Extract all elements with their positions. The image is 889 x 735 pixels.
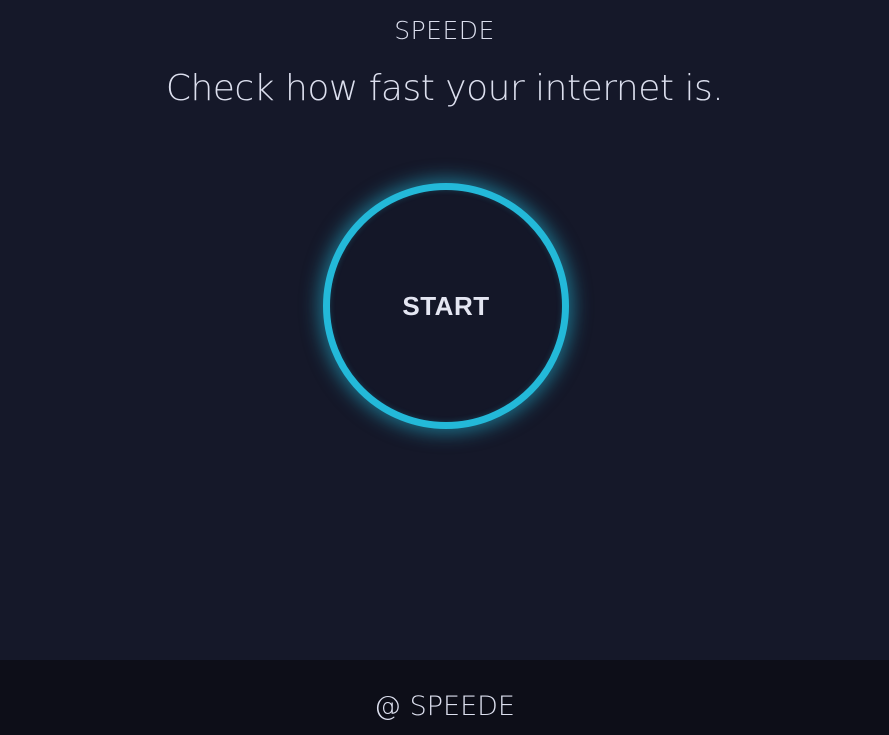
brand-title: SPEEDE xyxy=(394,16,495,45)
footer: @ SPEEDE xyxy=(0,660,889,735)
page-headline: Check how fast your internet is. xyxy=(165,68,724,109)
footer-text: @ SPEEDE xyxy=(374,691,515,722)
start-button[interactable]: START xyxy=(323,183,569,429)
start-button-label: START xyxy=(402,290,490,321)
